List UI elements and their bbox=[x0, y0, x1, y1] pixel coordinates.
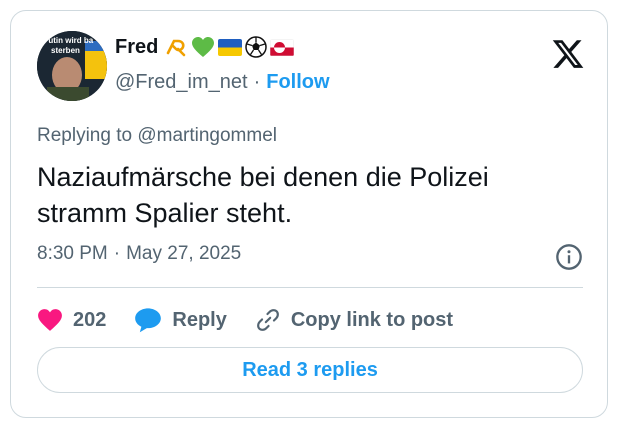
timestamp-separator: · bbox=[113, 243, 121, 264]
soccer-ball-icon bbox=[245, 36, 268, 58]
heart-icon bbox=[38, 309, 62, 331]
avatar-caption-line1: Putin wird ba bbox=[43, 36, 94, 45]
reply-button[interactable]: Reply bbox=[134, 307, 227, 333]
handle-separator: · bbox=[253, 71, 261, 93]
read-replies-button[interactable]: Read 3 replies bbox=[37, 347, 583, 393]
avatar-image: Putin wird ba sterben bbox=[37, 31, 107, 101]
info-icon[interactable] bbox=[555, 243, 583, 271]
copy-link-label: Copy link to post bbox=[290, 308, 454, 331]
green-heart-icon bbox=[192, 37, 215, 57]
like-count: 202 bbox=[73, 308, 107, 331]
author-name[interactable]: Fred bbox=[115, 36, 158, 59]
follow-button[interactable]: Follow bbox=[266, 71, 329, 94]
tweet-text: Naziaufmärsche bei denen die Polizei str… bbox=[37, 162, 489, 228]
reply-bubble-icon bbox=[135, 308, 162, 333]
tweet-time: 8:30 PM bbox=[37, 243, 108, 264]
like-button[interactable]: 202 bbox=[37, 308, 106, 332]
x-logo-icon[interactable] bbox=[551, 37, 585, 71]
ukraine-flag-icon bbox=[218, 38, 243, 56]
author-handle-row: @Fred_im_net · Follow bbox=[115, 71, 330, 94]
greenland-flag-icon bbox=[270, 38, 295, 56]
tweet-timestamp[interactable]: 8:30 PM · May 27, 2025 bbox=[37, 243, 241, 265]
author-emojis bbox=[164, 35, 295, 59]
reply-label: Reply bbox=[172, 308, 227, 331]
author-handle[interactable]: @Fred_im_net bbox=[115, 71, 248, 94]
author-name-row: Fred bbox=[115, 35, 295, 59]
copy-link-button[interactable]: Copy link to post bbox=[255, 307, 453, 333]
avatar-caption-line2: sterben bbox=[51, 46, 80, 55]
action-bar: 202 Reply Copy link to post bbox=[37, 303, 481, 337]
replying-to-handle[interactable]: @martingommel bbox=[137, 125, 277, 146]
avatar[interactable]: Putin wird ba sterben bbox=[37, 31, 107, 101]
tweet-date: May 27, 2025 bbox=[126, 243, 242, 264]
tweet-card: Putin wird ba sterben Fred @Fred_im_net … bbox=[10, 10, 608, 418]
divider bbox=[37, 287, 583, 288]
replying-to: Replying to @martingommel bbox=[37, 125, 277, 147]
link-icon bbox=[256, 309, 279, 331]
replying-to-prefix: Replying to bbox=[37, 125, 133, 146]
loop-icon bbox=[167, 39, 186, 57]
